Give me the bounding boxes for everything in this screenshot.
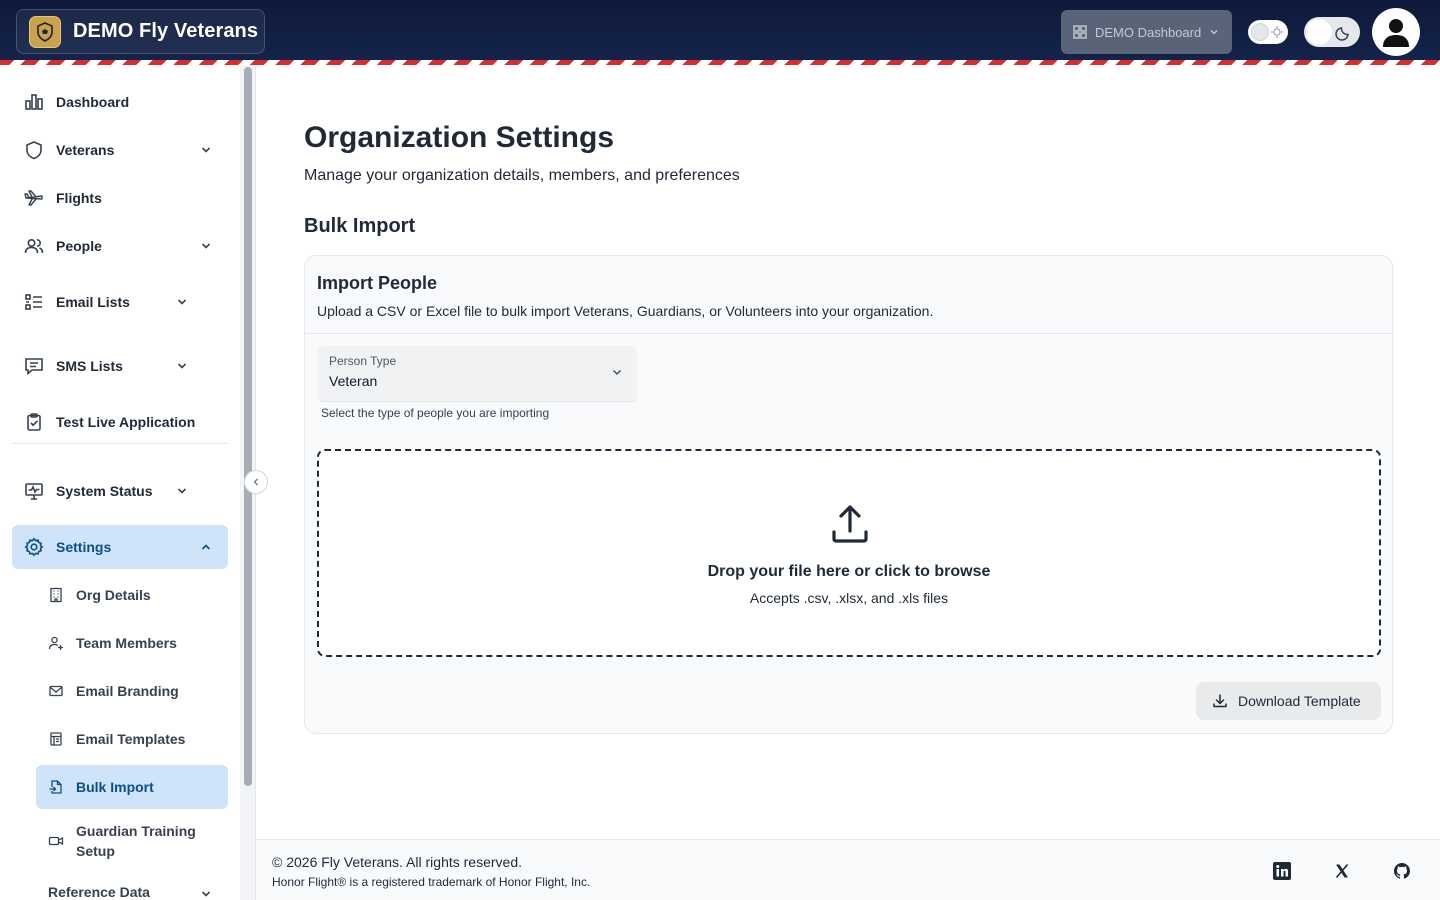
chevron-down-icon [200,144,212,156]
person-type-select[interactable]: Person Type Veteran [317,346,637,402]
shield-logo-icon [29,15,61,48]
chevron-down-icon [176,485,188,497]
linkedin-icon[interactable] [1272,861,1292,881]
monitor-icon [24,481,44,501]
person-type-label: Person Type [329,354,397,368]
sidebar-item-label: Test Live Application [56,414,196,430]
dashboard-grid-icon [1073,25,1087,39]
chevron-down-icon [176,296,188,308]
sidebar-item-label: Reference Data [48,884,150,900]
page-subtitle: Manage your organization details, member… [304,167,740,184]
chevron-down-icon [1209,27,1219,37]
sidebar-item-dashboard[interactable]: Dashboard [24,92,129,112]
sidebar-item-flights[interactable]: Flights [24,188,102,208]
sun-icon [1270,25,1284,39]
sidebar-item-label: Org Details [76,587,151,603]
user-plus-icon [48,635,64,651]
sidebar-item-label: Email Templates [76,731,186,747]
dropzone-accepted-types: Accepts .csv, .xlsx, and .xls files [749,590,949,606]
sidebar-item-label: SMS Lists [56,358,123,374]
sidebar-item-team-members[interactable]: Team Members [48,633,177,653]
sidebar-item-guardian-training-setup[interactable]: Guardian Training Setup [48,821,198,861]
file-dropzone[interactable]: Drop your file here or click to browse A… [317,449,1381,657]
shield-icon [24,140,44,160]
chevron-down-icon [200,888,212,900]
template-icon [48,731,64,747]
upload-icon [829,503,871,545]
dark-mode-toggle[interactable] [1304,17,1360,47]
download-icon [1212,693,1228,709]
sidebar-item-email-branding[interactable]: Email Branding [48,681,179,701]
sidebar-scrollbar-thumb[interactable] [244,67,252,786]
building-icon [48,587,64,603]
sidebar-item-label: Email Lists [56,294,130,310]
sidebar-item-test-live-application[interactable]: Test Live Application [24,412,195,432]
dashboard-select-label: DEMO Dashboard [1095,24,1202,40]
sidebar-item-sms-lists[interactable]: SMS Lists [24,356,192,376]
dashboard-select[interactable]: DEMO Dashboard [1061,10,1232,54]
card-header: Import People Upload a CSV or Excel file… [305,256,1392,334]
video-icon [48,833,64,849]
sidebar-item-label: System Status [56,483,153,499]
card-title: Import People [317,273,438,293]
chevron-down-icon [200,240,212,252]
person-type-helper-text: Select the type of people you are import… [321,406,550,420]
footer-trademark: Honor Flight® is a registered trademark … [272,875,591,889]
download-template-label: Download Template [1238,693,1361,709]
list-icon [24,292,44,312]
main-content: Organization Settings Manage your organi… [256,65,1440,840]
mail-icon [48,683,64,699]
sidebar-item-label: People [56,238,102,254]
file-import-icon [48,779,64,795]
dropzone-title: Drop your file here or click to browse [707,563,991,580]
brand-home-link[interactable]: DEMO Fly Veterans [16,9,265,54]
sidebar-item-email-templates[interactable]: Email Templates [48,729,185,749]
sidebar-item-system-status[interactable]: System Status [24,481,192,501]
github-icon[interactable] [1392,861,1412,881]
user-avatar-icon [1378,14,1414,50]
section-title: Bulk Import [304,215,416,237]
sidebar-item-label: Team Members [76,635,177,651]
top-header: DEMO Fly Veterans DEMO Dashboard [0,0,1440,60]
sidebar-item-label: Bulk Import [76,779,154,795]
sidebar-item-label: Email Branding [76,683,179,699]
import-people-card: Import People Upload a CSV or Excel file… [304,255,1393,734]
sidebar-item-reference-data[interactable]: Reference Data [48,884,216,900]
message-icon [24,356,44,376]
chevron-down-icon [611,366,623,378]
person-type-value: Veteran [329,373,378,389]
download-template-button[interactable]: Download Template [1196,682,1381,720]
sidebar-item-veterans[interactable]: Veterans [24,140,216,160]
footer-copyright: © 2026 Fly Veterans. All rights reserved… [272,854,522,870]
clipboard-check-icon [24,412,44,432]
sidebar-divider [12,443,228,444]
toggle-knob [1251,23,1269,41]
sidebar-item-people[interactable]: People [24,236,216,256]
sidebar-item-label: Settings [56,539,112,555]
user-avatar-button[interactable] [1372,8,1420,56]
chevron-down-icon [176,360,188,372]
toggle-knob [1306,19,1332,45]
sidebar-item-label: Guardian Training Setup [76,823,196,859]
gear-icon [24,537,44,557]
page-title: Organization Settings [304,121,615,154]
footer: © 2026 Fly Veterans. All rights reserved… [256,839,1440,900]
sidebar-item-settings[interactable]: Settings [24,537,216,557]
sidebar-item-label: Veterans [56,142,115,158]
plane-icon [24,188,44,208]
moon-icon [1335,23,1353,41]
contrast-toggle[interactable] [1248,20,1288,44]
card-description: Upload a CSV or Excel file to bulk impor… [317,303,934,319]
sidebar-item-bulk-import[interactable]: Bulk Import [48,777,154,797]
chevron-up-icon [200,541,212,553]
sidebar-item-label: Dashboard [56,94,130,110]
sidebar-item-label: Flights [56,190,102,206]
sidebar-item-org-details[interactable]: Org Details [48,585,151,605]
bar-chart-icon [24,92,44,112]
brand-name: DEMO Fly Veterans [73,20,259,42]
users-icon [24,236,44,256]
x-twitter-icon[interactable] [1332,861,1352,881]
sidebar-item-email-lists[interactable]: Email Lists [24,292,192,312]
